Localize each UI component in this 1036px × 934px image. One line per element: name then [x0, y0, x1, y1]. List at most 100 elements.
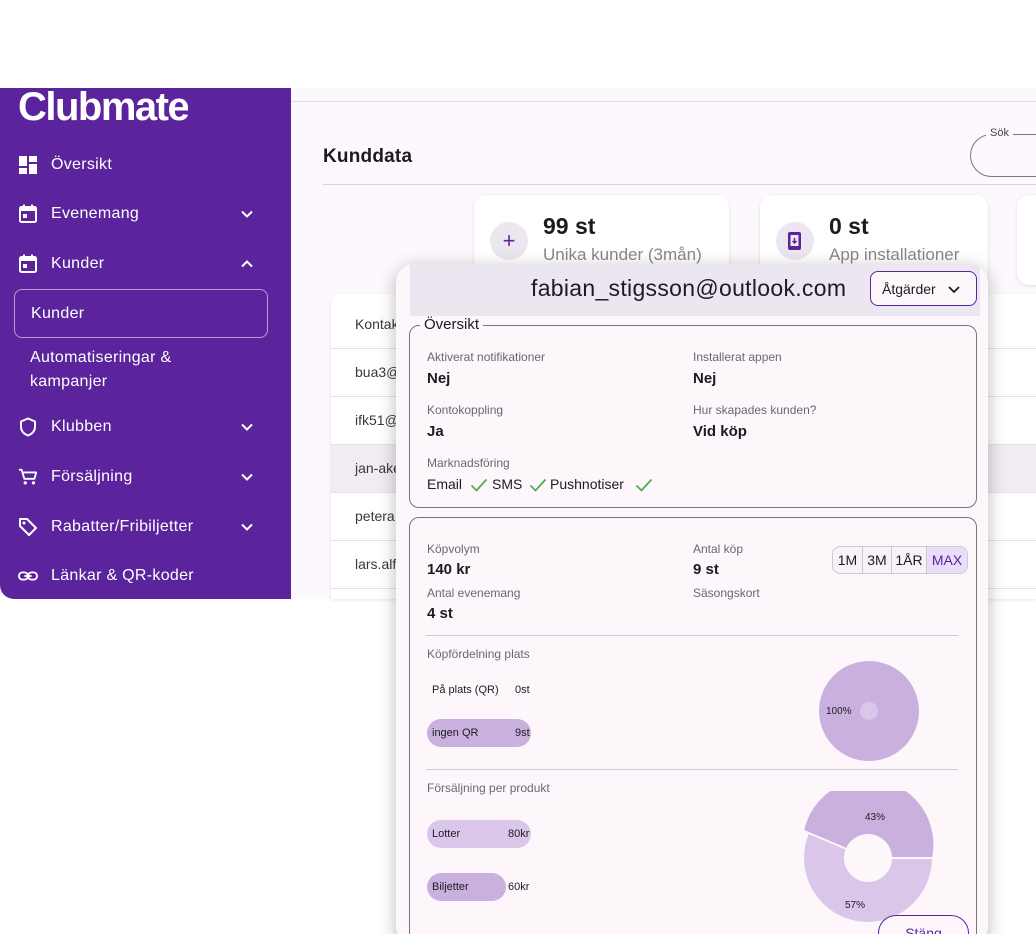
sidebar-item-label: Rabatter/Fribiljetter — [51, 518, 194, 535]
sidebar-item-kunder[interactable]: Kunder — [0, 244, 291, 284]
check-icon — [635, 478, 653, 492]
table-cell: ifk51@ — [355, 412, 399, 428]
calendar-icon — [18, 204, 38, 224]
search-input[interactable] — [970, 134, 1036, 177]
table-cell: petera — [355, 508, 395, 524]
app-logo: Clubmate — [18, 88, 189, 124]
sidebar-subitem-label: Kunder — [31, 304, 85, 322]
sidebar-item-label: Evenemang — [51, 205, 140, 222]
bar-biljetter: Biljetter 60kr — [427, 873, 529, 901]
field-label: Kontokoppling — [427, 403, 504, 417]
actions-label: Åtgärder — [882, 280, 936, 297]
field-label: Marknadsföring — [427, 456, 510, 470]
bar-value: 60kr — [508, 881, 530, 893]
field-value: Nej — [427, 370, 451, 387]
dashboard-icon — [18, 155, 38, 175]
section-legend: Översikt — [420, 316, 484, 333]
page-title: Kunddata — [323, 146, 413, 167]
field-value: Nej — [693, 370, 717, 387]
pie-center — [860, 702, 878, 720]
header-divider — [291, 101, 1036, 102]
sidebar-item-label: Länkar & QR-koder — [51, 567, 194, 584]
field-value: 4 st — [427, 605, 453, 622]
period-option[interactable]: 1M — [833, 547, 863, 573]
place-pie-chart: 100% — [819, 661, 919, 761]
title-divider — [323, 184, 1036, 185]
field-value: 140 kr — [427, 561, 471, 578]
field-label: Köpvolym — [427, 542, 480, 556]
close-label: Stäng — [905, 925, 942, 934]
plus-icon: + — [490, 222, 528, 260]
stat-caption: App installationer — [829, 245, 960, 264]
sidebar-item-rabatter[interactable]: Rabatter/Fribiljetter — [0, 507, 291, 547]
marketing-channel: SMS — [492, 476, 523, 492]
chevron-down-icon — [241, 473, 253, 481]
section-title: Köpfördelning plats — [427, 647, 530, 661]
column-header: Kontak — [355, 316, 399, 332]
product-pie-chart: 43% 57% — [803, 791, 934, 922]
check-icon — [529, 478, 547, 492]
customer-email: fabian_stigsson@outlook.com — [531, 275, 847, 301]
table-cell: lars.alf — [355, 556, 397, 572]
bar-label: ingen QR — [432, 727, 479, 739]
shield-icon — [18, 417, 38, 437]
period-option-selected[interactable]: MAX — [927, 547, 967, 573]
actions-dropdown[interactable]: Åtgärder — [870, 271, 977, 306]
sidebar-subitem-kunder[interactable]: Kunder — [14, 289, 268, 338]
chevron-up-icon — [241, 260, 253, 268]
sidebar-item-label: Försäljning — [51, 468, 133, 485]
period-option[interactable]: 3M — [863, 547, 892, 573]
pie-label: 57% — [845, 900, 865, 911]
field-label: Säsongskort — [693, 586, 760, 600]
stat-value: 0 st — [829, 213, 869, 239]
chevron-down-icon — [948, 286, 960, 294]
sidebar-item-oversikt[interactable]: Översikt — [0, 145, 291, 185]
table-cell: jan-ake — [355, 460, 401, 476]
pie-label: 100% — [826, 706, 852, 717]
bar-label: Lotter — [432, 828, 461, 840]
field-value: Vid köp — [693, 423, 747, 440]
calendar-icon — [18, 254, 38, 274]
field-value: 9 st — [693, 561, 719, 578]
bar-label: Biljetter — [432, 881, 469, 893]
chevron-down-icon — [241, 423, 253, 431]
customer-detail-modal: fabian_stigsson@outlook.com Åtgärder Öve… — [396, 264, 988, 934]
pie-label: 43% — [865, 812, 885, 823]
sidebar-item-klubben[interactable]: Klubben — [0, 407, 291, 447]
bar-label: På plats (QR) — [432, 684, 499, 696]
stat-value: 99 st — [543, 213, 596, 239]
sidebar-item-label: Klubben — [51, 418, 112, 435]
cart-icon — [18, 467, 38, 487]
period-option[interactable]: 1ÅR — [892, 547, 927, 573]
sidebar-item-forsaljning[interactable]: Försäljning — [0, 457, 291, 497]
bar-value: 80kr — [508, 828, 530, 840]
chevron-down-icon — [241, 523, 253, 531]
stat-card-more — [1017, 195, 1036, 285]
marketing-channel: Pushnotiser — [550, 476, 624, 492]
sidebar: Clubmate Översikt Evenemang Kunder Kunde… — [0, 88, 291, 599]
chevron-down-icon — [241, 210, 253, 218]
sidebar-item-evenemang[interactable]: Evenemang — [0, 194, 291, 234]
field-label: Antal köp — [693, 542, 744, 556]
field-label: Hur skapades kunden? — [693, 403, 817, 417]
bar-lotter: Lotter 80kr — [427, 820, 531, 848]
sidebar-item-lankar[interactable]: Länkar & QR-koder — [0, 556, 291, 596]
sidebar-item-label: Kunder — [51, 255, 105, 272]
link-icon — [18, 566, 38, 586]
close-button[interactable]: Stäng — [878, 915, 969, 934]
table-cell: bua3@ — [355, 364, 401, 380]
bar-value: 9st — [515, 727, 530, 739]
bar-value: 0st — [515, 684, 530, 696]
bar-place-qr: På plats (QR) 0st — [427, 676, 537, 704]
sidebar-subitem-automatiseringar[interactable]: Automatiseringar & kampanjer — [14, 346, 268, 394]
search-label: Sök — [986, 127, 1013, 139]
section-title: Försäljning per produkt — [427, 781, 550, 795]
stat-caption: Unika kunder (3mån) — [543, 245, 702, 264]
field-label: Aktiverat notifikationer — [427, 350, 546, 364]
overview-section: Översikt Aktiverat notifikationer Nej In… — [409, 316, 977, 508]
app-install-icon — [776, 222, 814, 260]
bar-no-qr: ingen QR 9st — [427, 719, 531, 747]
field-label: Installerat appen — [693, 350, 782, 364]
app-screen: Clubmate Översikt Evenemang Kunder Kunde… — [0, 0, 1036, 934]
sidebar-subitem-label: Automatiseringar & kampanjer — [30, 349, 172, 390]
